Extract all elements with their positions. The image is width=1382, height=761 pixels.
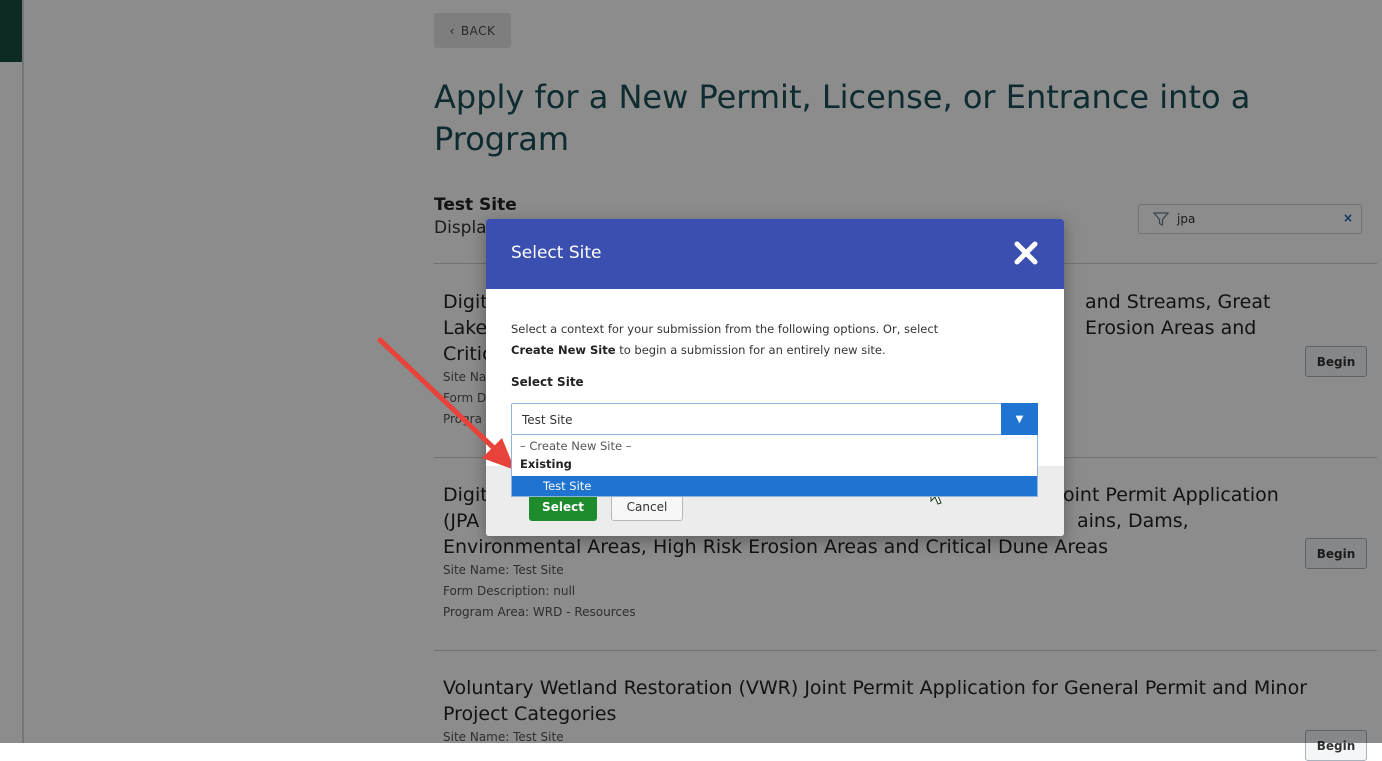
close-icon[interactable] (1012, 239, 1040, 267)
site-dropdown-list: – Create New Site – Existing Test Site (511, 435, 1038, 497)
modal-title: Select Site (511, 243, 602, 263)
modal-header: Select Site (486, 219, 1064, 289)
description-text: Select a context for your submission fro… (511, 322, 939, 336)
modal-description: Select a context for your submission fro… (511, 319, 1041, 361)
option-test-site[interactable]: Test Site (512, 476, 1037, 496)
description-text: to begin a submission for an entirely ne… (615, 343, 886, 357)
dropdown-arrow-icon[interactable]: ▼ (1001, 403, 1038, 435)
select-site-modal: Select Site Select a context for your su… (486, 219, 1064, 536)
option-group-existing: Existing (520, 457, 572, 471)
option-create-new-site[interactable]: – Create New Site – (520, 439, 1045, 453)
site-select[interactable]: Test Site ▼ (511, 403, 1038, 435)
annotation-arrow-icon (377, 337, 515, 470)
